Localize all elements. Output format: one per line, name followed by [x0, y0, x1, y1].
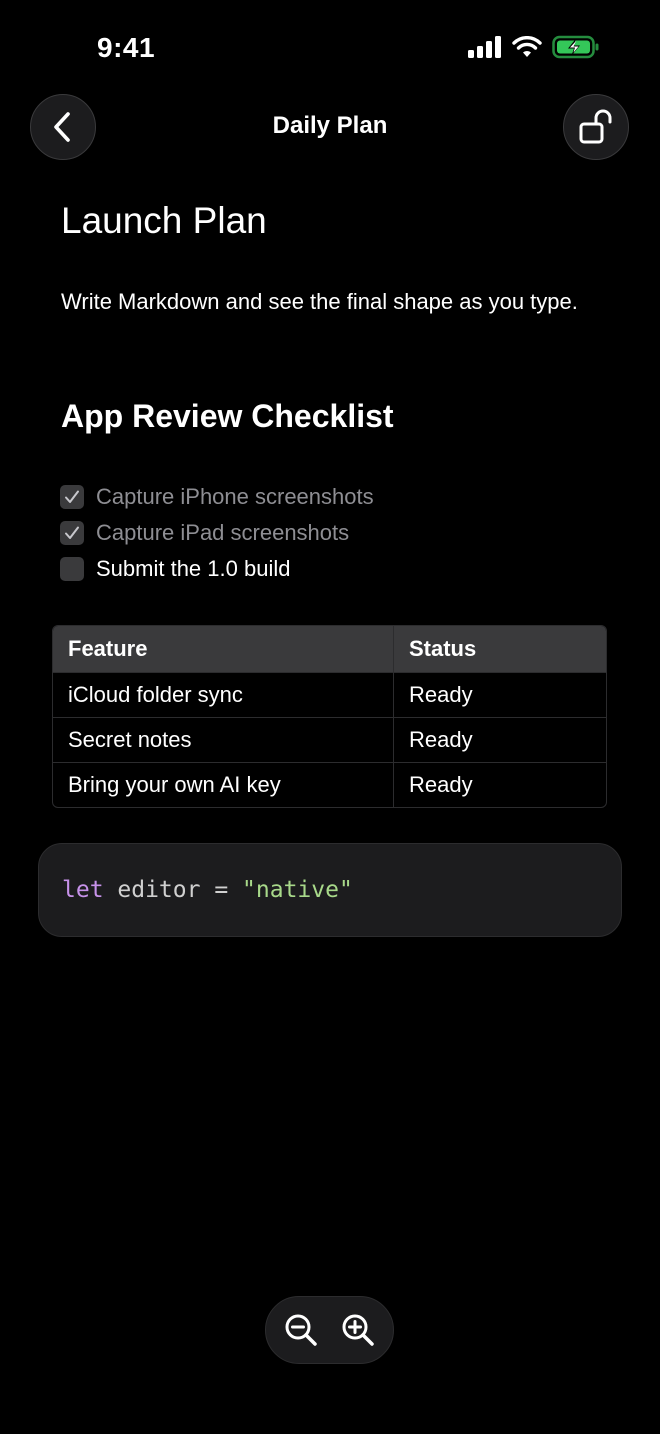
checkbox-checked[interactable] — [60, 485, 84, 509]
code-block: let editor = "native" — [38, 843, 622, 937]
zoom-out-icon — [285, 1314, 317, 1346]
zoom-in-icon — [342, 1314, 374, 1346]
checklist-item[interactable]: Capture iPad screenshots — [60, 515, 374, 551]
checklist-item-label: Submit the 1.0 build — [96, 556, 291, 581]
code-identifier: editor = — [103, 877, 243, 903]
intro-paragraph: Write Markdown and see the final shape a… — [61, 289, 578, 314]
checklist-item-label: Capture iPhone screenshots — [96, 484, 374, 509]
table-cell: iCloud folder sync — [53, 673, 394, 717]
zoom-controls — [265, 1296, 394, 1364]
status-time: 9:41 — [97, 32, 156, 63]
table-row: Secret notes Ready — [53, 717, 606, 762]
wifi-icon — [512, 36, 542, 57]
zoom-out-button[interactable] — [279, 1308, 323, 1352]
nav-title: Daily Plan — [272, 112, 388, 139]
table-header-cell: Status — [409, 636, 477, 661]
table-header-cell: Feature — [53, 626, 394, 672]
checkmark-icon — [65, 490, 79, 503]
table-cell: Secret notes — [53, 718, 394, 762]
table-cell: Ready — [409, 727, 473, 752]
table-header-row: Feature Status — [53, 626, 606, 672]
navigation-bar: Daily Plan — [0, 94, 660, 160]
status-icons — [468, 35, 600, 59]
checklist-heading: App Review Checklist — [61, 398, 394, 434]
checkmark-icon — [65, 526, 79, 539]
cellular-signal-icon — [468, 36, 501, 58]
status-bar: 9:41 — [0, 0, 660, 96]
code-string: "native" — [242, 877, 353, 903]
unlock-icon — [579, 109, 612, 144]
table-row: Bring your own AI key Ready — [53, 762, 606, 807]
checklist-item-label: Capture iPad screenshots — [96, 520, 350, 545]
code-keyword: let — [62, 877, 104, 903]
checkbox-checked[interactable] — [60, 521, 84, 545]
checklist: Capture iPhone screenshots Capture iPad … — [60, 479, 374, 587]
checklist-item[interactable]: Capture iPhone screenshots — [60, 479, 374, 515]
feature-table: Feature Status iCloud folder sync Ready … — [52, 625, 607, 808]
zoom-in-button[interactable] — [336, 1308, 380, 1352]
table-cell: Ready — [409, 682, 473, 707]
document-title: Launch Plan — [61, 200, 267, 241]
battery-charging-icon — [552, 35, 599, 59]
table-cell: Ready — [409, 772, 473, 797]
table-cell: Bring your own AI key — [53, 763, 394, 807]
checkbox-unchecked[interactable] — [60, 557, 84, 581]
checklist-item[interactable]: Submit the 1.0 build — [60, 551, 374, 587]
table-row: iCloud folder sync Ready — [53, 672, 606, 717]
lock-toggle-button[interactable] — [563, 94, 629, 160]
